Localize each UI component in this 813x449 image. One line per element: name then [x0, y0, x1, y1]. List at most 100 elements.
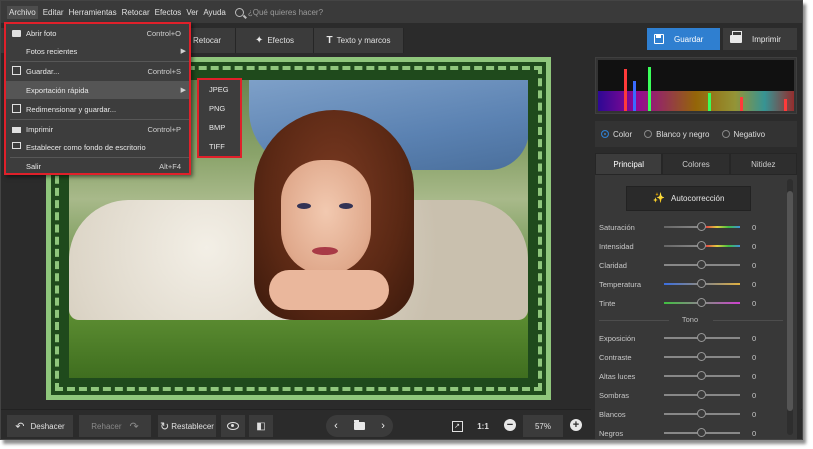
- histogram-peak-green: [648, 67, 651, 111]
- export-tiff[interactable]: TIFF: [199, 137, 240, 156]
- slider-value: 0: [752, 428, 757, 438]
- redo-label: Rehacer: [91, 421, 122, 431]
- menu-item-fotos-recientes[interactable]: Fotos recientes ▶: [6, 42, 189, 60]
- slider-knob[interactable]: [697, 279, 706, 288]
- contrast-slider[interactable]: [664, 352, 740, 361]
- shadows-slider[interactable]: [664, 390, 740, 399]
- slider-value: 0: [752, 222, 757, 232]
- photo-hands: [269, 270, 389, 310]
- zoom-in-icon[interactable]: +: [570, 419, 582, 431]
- menu-ayuda[interactable]: Ayuda: [203, 8, 226, 17]
- slider-value: 0: [752, 409, 757, 419]
- slider-label: Exposición: [599, 333, 636, 343]
- slider-knob[interactable]: [697, 260, 706, 269]
- radio-negative[interactable]: [721, 130, 730, 138]
- tab-nitidez[interactable]: Nitidez: [729, 153, 797, 175]
- slider-knob[interactable]: [697, 298, 706, 307]
- saturation-slider[interactable]: [664, 222, 740, 231]
- export-bmp[interactable]: BMP: [199, 118, 240, 137]
- zoom-1to1-button[interactable]: 1:1: [473, 415, 493, 437]
- intensity-slider[interactable]: [664, 241, 740, 250]
- scrollbar-thumb[interactable]: [787, 191, 793, 411]
- blacks-slider[interactable]: [664, 428, 740, 437]
- slider-knob[interactable]: [697, 428, 706, 437]
- slider-row-temperatura: Temperatura 0: [599, 278, 789, 290]
- menu-item-exportacion-rapida[interactable]: Exportación rápida ▶: [6, 81, 189, 99]
- menu-item-guardar[interactable]: Guardar... Control+S: [6, 62, 189, 80]
- slider-row-blancos: Blancos 0: [599, 408, 789, 420]
- autocorrect-button[interactable]: ✨ Autocorrección: [626, 186, 751, 211]
- histogram-peak-red: [624, 69, 627, 111]
- undo-button[interactable]: ↶ Deshacer: [7, 415, 73, 437]
- slider-row-claridad: Claridad 0: [599, 259, 789, 271]
- menu-item-abrir-foto[interactable]: Abrir foto Control+O: [6, 24, 189, 42]
- mode-color[interactable]: Color: [601, 130, 632, 139]
- undo-icon: ↶: [15, 420, 25, 433]
- print-button-label: Imprimir: [752, 34, 781, 44]
- slider-label: Claridad: [599, 260, 627, 270]
- menu-item-redimensionar[interactable]: Redimensionar y guardar...: [6, 100, 189, 118]
- slider-value: 0: [752, 260, 757, 270]
- slider-row-intensidad: Intensidad 0: [599, 240, 789, 252]
- whites-slider[interactable]: [664, 409, 740, 418]
- preview-button[interactable]: [221, 415, 245, 437]
- reset-button[interactable]: ↻ Restablecer: [158, 415, 216, 437]
- mode-bw[interactable]: Blanco y negro: [644, 130, 710, 139]
- tint-slider[interactable]: [664, 298, 740, 307]
- tab-efectos[interactable]: ✦ Efectos: [236, 28, 314, 53]
- menu-efectos[interactable]: Efectos: [155, 8, 182, 17]
- reset-icon: ↻: [160, 420, 170, 433]
- search-placeholder: ¿Qué quieres hacer?: [247, 7, 324, 17]
- save-button[interactable]: Guardar: [647, 28, 720, 50]
- print-button[interactable]: Imprimir: [723, 28, 797, 50]
- prev-photo-icon[interactable]: ‹: [334, 420, 338, 432]
- menu-item-imprimir[interactable]: Imprimir Control+P: [6, 120, 189, 138]
- menu-item-label: Abrir foto: [26, 28, 57, 38]
- menu-ver[interactable]: Ver: [186, 8, 198, 17]
- highlights-slider[interactable]: [664, 371, 740, 380]
- resize-icon: [12, 104, 21, 113]
- zoom-out-icon[interactable]: −: [504, 419, 516, 431]
- menu-item-salir[interactable]: Salir Alt+F4: [6, 157, 189, 175]
- slider-label: Sombras: [599, 390, 630, 400]
- clarity-slider[interactable]: [664, 260, 740, 269]
- mode-negative[interactable]: Negativo: [721, 130, 765, 139]
- undo-label: Deshacer: [30, 421, 65, 431]
- slider-value: 0: [752, 298, 757, 308]
- export-jpeg[interactable]: JPEG: [199, 80, 240, 99]
- settings-scrollbar[interactable]: [787, 179, 793, 435]
- menu-editar[interactable]: Editar: [43, 8, 64, 17]
- folder-icon[interactable]: [354, 420, 365, 430]
- fit-screen-button[interactable]: ↗: [447, 415, 467, 437]
- photo-grass: [69, 310, 528, 378]
- slider-row-exposicion: Exposición 0: [599, 332, 789, 344]
- tab-colores[interactable]: Colores: [662, 153, 730, 175]
- tab-texto-marcos[interactable]: T Texto y marcos: [314, 28, 404, 53]
- tab-principal[interactable]: Principal: [595, 153, 663, 175]
- slider-knob[interactable]: [697, 222, 706, 231]
- photo-lips: [312, 247, 338, 255]
- zoom-level[interactable]: 57%: [523, 415, 563, 437]
- slider-knob[interactable]: [697, 371, 706, 380]
- search-box[interactable]: ¿Qué quieres hacer?: [234, 7, 324, 17]
- slider-label: Altas luces: [599, 371, 636, 381]
- tab-retocar-label: Retocar: [193, 36, 222, 45]
- temperature-slider[interactable]: [664, 279, 740, 288]
- slider-knob[interactable]: [697, 241, 706, 250]
- menu-herramientas[interactable]: Herramientas: [69, 8, 117, 17]
- radio-bw[interactable]: [644, 130, 653, 138]
- redo-button[interactable]: Rehacer ↷: [79, 415, 151, 437]
- radio-color[interactable]: [601, 130, 609, 138]
- menu-item-fondo-escritorio[interactable]: Establecer como fondo de escritorio: [6, 138, 189, 156]
- compare-button[interactable]: ◧: [249, 415, 273, 437]
- slider-knob[interactable]: [697, 390, 706, 399]
- next-photo-icon[interactable]: ›: [381, 420, 385, 432]
- menu-item-label: Salir: [26, 161, 42, 171]
- slider-knob[interactable]: [697, 352, 706, 361]
- slider-knob[interactable]: [697, 409, 706, 418]
- menu-archivo[interactable]: Archivo: [7, 5, 38, 19]
- slider-knob[interactable]: [697, 333, 706, 342]
- menu-retocar[interactable]: Retocar: [122, 8, 150, 17]
- export-png[interactable]: PNG: [199, 99, 240, 118]
- exposure-slider[interactable]: [664, 333, 740, 342]
